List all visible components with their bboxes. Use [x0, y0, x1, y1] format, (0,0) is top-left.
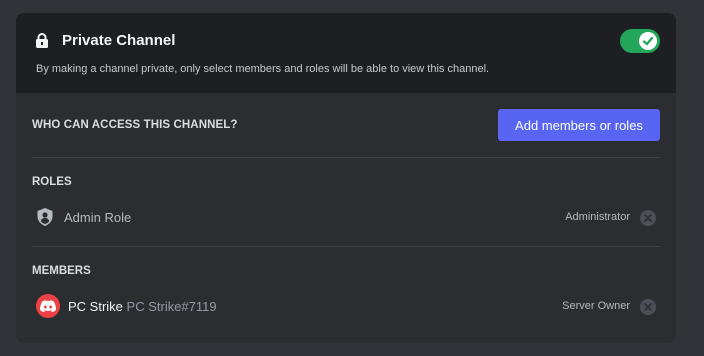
shield-user-icon [37, 208, 53, 226]
member-name: PC Strike [68, 299, 123, 314]
divider [32, 246, 660, 247]
access-row: WHO CAN ACCESS THIS CHANNEL? Add members… [32, 109, 660, 141]
divider [32, 157, 660, 158]
private-channel-description: By making a channel private, only select… [36, 63, 490, 75]
discord-logo-icon [40, 300, 56, 312]
role-name: Admin Role [64, 210, 132, 225]
add-members-or-roles-button[interactable]: Add members or roles [498, 109, 660, 141]
member-row-pc-strike[interactable]: PC Strike PC Strike#7119 Server Owner [32, 294, 660, 320]
member-name-group: PC Strike PC Strike#7119 [68, 299, 217, 314]
remove-role-icon[interactable] [640, 210, 656, 226]
roles-label: ROLES [32, 176, 72, 188]
private-channel-title: Private Channel [62, 32, 176, 49]
private-channel-toggle[interactable] [620, 29, 660, 53]
toggle-knob [639, 32, 657, 50]
members-label: MEMBERS [32, 265, 91, 277]
remove-member-icon[interactable] [640, 299, 656, 315]
private-channel-header: Private Channel By making a channel priv… [16, 13, 676, 93]
role-row-admin[interactable]: Admin Role Administrator [32, 205, 660, 231]
role-permission: Administrator [565, 211, 630, 223]
avatar [36, 294, 60, 318]
private-channel-card: Private Channel By making a channel priv… [16, 13, 676, 343]
member-tag: PC Strike#7119 [126, 299, 217, 314]
lock-icon [36, 33, 48, 48]
access-label: WHO CAN ACCESS THIS CHANNEL? [32, 119, 238, 131]
member-role-text: Server Owner [562, 300, 630, 312]
check-icon [642, 36, 654, 46]
